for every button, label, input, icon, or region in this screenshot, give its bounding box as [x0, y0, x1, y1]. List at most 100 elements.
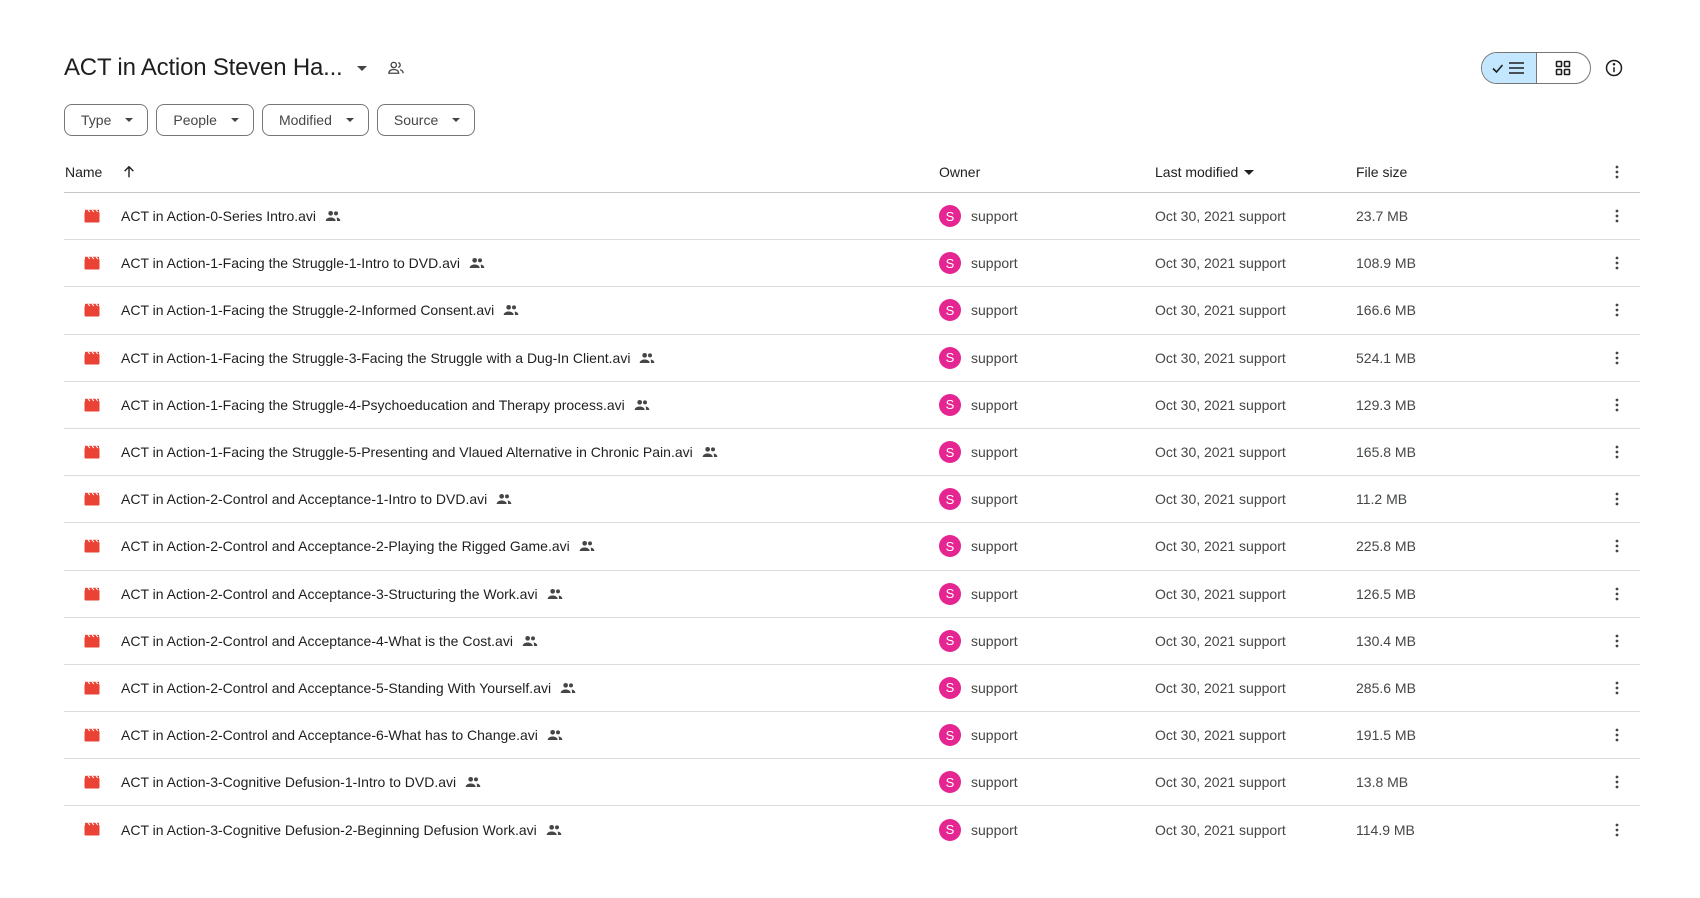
owner-name: support [971, 538, 1018, 555]
avatar[interactable]: S [939, 724, 961, 747]
avatar[interactable]: S [939, 299, 961, 322]
table-row[interactable]: ACT in Action-1-Facing the Struggle-5-Pr… [64, 429, 1640, 477]
file-size-cell: 129.3 MB [1356, 396, 1416, 413]
table-row[interactable]: ACT in Action-3-Cognitive Defusion-2-Beg… [64, 806, 1640, 851]
table-row[interactable]: ACT in Action-2-Control and Acceptance-6… [64, 712, 1640, 760]
info-icon[interactable] [1602, 56, 1626, 80]
avatar[interactable]: S [939, 582, 961, 605]
owner-cell: Ssupport [939, 724, 1018, 747]
file-name[interactable]: ACT in Action-2-Control and Acceptance-6… [121, 727, 563, 743]
avatar[interactable]: S [939, 535, 961, 558]
table-row[interactable]: ACT in Action-2-Control and Acceptance-1… [64, 476, 1640, 524]
owner-cell: Ssupport [939, 771, 1018, 794]
more-options-icon[interactable] [1605, 393, 1629, 417]
file-name-text: ACT in Action-2-Control and Acceptance-1… [121, 491, 488, 508]
file-name-text: ACT in Action-1-Facing the Struggle-4-Ps… [121, 396, 625, 413]
table-row[interactable]: ACT in Action-1-Facing the Struggle-4-Ps… [64, 382, 1640, 429]
shared-icon [522, 635, 538, 647]
file-name[interactable]: ACT in Action-2-Control and Acceptance-4… [121, 633, 538, 649]
chip-label: Source [393, 112, 439, 128]
shared-icon [469, 257, 485, 269]
list-view-button[interactable] [1482, 53, 1537, 83]
table-row[interactable]: ACT in Action-2-Control and Acceptance-2… [64, 523, 1640, 571]
table-row[interactable]: ACT in Action-2-Control and Acceptance-3… [64, 571, 1640, 618]
folder-header: ACT in Action Steven Ha... [64, 48, 405, 88]
file-name[interactable]: ACT in Action-1-Facing the Struggle-1-In… [121, 255, 485, 271]
file-size-cell: 11.2 MB [1356, 491, 1408, 508]
avatar[interactable]: S [939, 676, 961, 699]
filter-type-chip[interactable]: Type [64, 104, 149, 136]
owner-cell: Ssupport [939, 393, 1018, 416]
video-file-icon [84, 775, 100, 792]
file-name[interactable]: ACT in Action-1-Facing the Struggle-2-In… [121, 302, 519, 318]
avatar[interactable]: S [939, 393, 961, 416]
more-options-icon[interactable] [1605, 770, 1629, 794]
table-row[interactable]: ACT in Action-0-Series Intro.avi Ssupport… [64, 193, 1640, 241]
column-file-size[interactable]: File size [1356, 164, 1407, 180]
file-name[interactable]: ACT in Action-3-Cognitive Defusion-2-Beg… [121, 822, 562, 838]
owner-name: support [971, 491, 1018, 508]
owner-name: support [971, 821, 1018, 838]
file-size-cell: 114.9 MB [1356, 821, 1415, 838]
file-name[interactable]: ACT in Action-1-Facing the Struggle-4-Ps… [121, 397, 650, 413]
video-file-icon [84, 209, 100, 226]
more-options-icon[interactable] [1605, 818, 1629, 842]
more-options-icon[interactable] [1605, 676, 1629, 700]
table-row[interactable]: ACT in Action-1-Facing the Struggle-2-In… [64, 287, 1640, 335]
more-options-icon[interactable] [1605, 534, 1629, 558]
column-owner[interactable]: Owner [939, 164, 980, 180]
filter-modified-chip[interactable]: Modified [261, 104, 369, 136]
more-options-icon[interactable] [1605, 298, 1629, 322]
table-row[interactable]: ACT in Action-3-Cognitive Defusion-1-Int… [64, 759, 1640, 807]
column-last-modified[interactable]: Last modified [1155, 164, 1255, 180]
owner-cell: Ssupport [939, 299, 1018, 322]
more-options-icon[interactable] [1605, 582, 1629, 606]
more-options-icon[interactable] [1605, 204, 1629, 228]
table-row[interactable]: ACT in Action-2-Control and Acceptance-5… [64, 665, 1640, 713]
owner-cell: Ssupport [939, 818, 1018, 841]
file-name[interactable]: ACT in Action-2-Control and Acceptance-5… [121, 680, 576, 696]
grid-view-button[interactable] [1537, 53, 1591, 83]
avatar[interactable]: S [939, 771, 961, 794]
more-options-icon[interactable] [1605, 723, 1629, 747]
table-row[interactable]: ACT in Action-2-Control and Acceptance-4… [64, 618, 1640, 665]
video-file-icon [84, 539, 100, 556]
more-options-icon[interactable] [1605, 346, 1629, 370]
owner-name: support [971, 208, 1018, 225]
sort-arrow-up-icon[interactable] [122, 165, 136, 179]
folder-title[interactable]: ACT in Action Steven Ha... [64, 54, 343, 82]
more-options-icon[interactable] [1605, 629, 1629, 653]
file-name[interactable]: ACT in Action-0-Series Intro.avi [121, 208, 341, 224]
file-name-text: ACT in Action-1-Facing the Struggle-2-In… [121, 302, 495, 319]
column-name[interactable]: Name [65, 164, 136, 180]
owner-name: support [971, 349, 1018, 366]
file-name[interactable]: ACT in Action-1-Facing the Struggle-5-Pr… [121, 444, 718, 460]
avatar[interactable]: S [939, 441, 961, 464]
file-name[interactable]: ACT in Action-2-Control and Acceptance-1… [121, 491, 512, 507]
avatar[interactable]: S [939, 488, 961, 511]
more-options-icon[interactable] [1605, 160, 1629, 184]
avatar[interactable]: S [939, 252, 961, 275]
file-name[interactable]: ACT in Action-3-Cognitive Defusion-1-Int… [121, 774, 481, 790]
more-options-icon[interactable] [1605, 251, 1629, 275]
avatar[interactable]: S [939, 629, 961, 652]
avatar[interactable]: S [939, 346, 961, 369]
shared-folder-icon[interactable] [387, 59, 405, 77]
more-options-icon[interactable] [1605, 440, 1629, 464]
table-row[interactable]: ACT in Action-1-Facing the Struggle-3-Fa… [64, 335, 1640, 382]
more-options-icon[interactable] [1605, 487, 1629, 511]
filter-source-chip[interactable]: Source [376, 104, 476, 136]
filter-people-chip[interactable]: People [156, 104, 254, 136]
file-size-cell: 165.8 MB [1356, 444, 1416, 461]
shared-icon [325, 210, 341, 222]
grid-icon [1555, 60, 1571, 76]
avatar[interactable]: S [939, 818, 961, 841]
file-name[interactable]: ACT in Action-2-Control and Acceptance-3… [121, 586, 563, 602]
chevron-down-icon [125, 118, 134, 122]
file-name[interactable]: ACT in Action-1-Facing the Struggle-3-Fa… [121, 350, 655, 366]
dropdown-caret-icon[interactable] [356, 65, 367, 71]
table-row[interactable]: ACT in Action-1-Facing the Struggle-1-In… [64, 240, 1640, 288]
file-name[interactable]: ACT in Action-2-Control and Acceptance-2… [121, 538, 595, 554]
file-size-cell: 108.9 MB [1356, 255, 1416, 272]
avatar[interactable]: S [939, 205, 961, 228]
